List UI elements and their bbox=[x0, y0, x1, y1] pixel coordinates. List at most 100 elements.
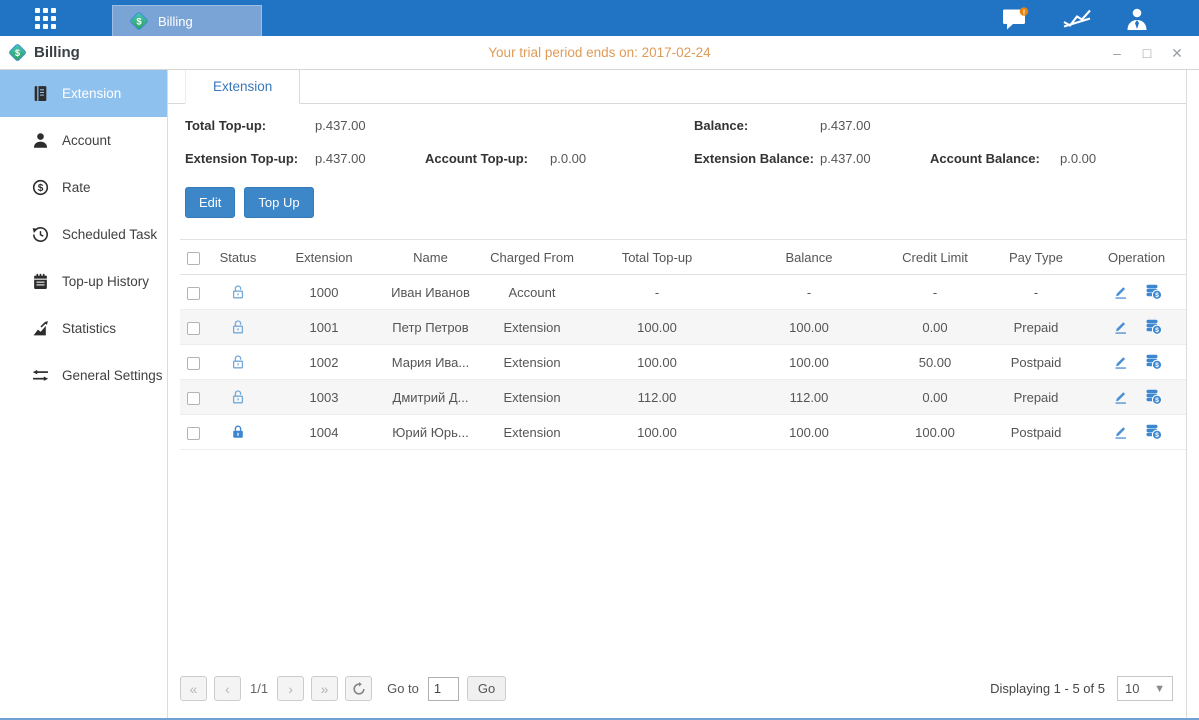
account-topup-label: Account Top-up: bbox=[425, 151, 550, 166]
sidebar: Extension Account $ Rate Scheduled Task Top-u… bbox=[0, 70, 168, 718]
column-header: Name bbox=[378, 240, 483, 275]
svg-text:$: $ bbox=[1155, 362, 1159, 369]
window-controls: – □ ✕ bbox=[1109, 45, 1185, 61]
column-header: Charged From bbox=[483, 240, 581, 275]
row-checkbox[interactable] bbox=[187, 287, 200, 300]
taskbar-tab-label: Billing bbox=[158, 14, 193, 29]
edit-row-icon[interactable] bbox=[1112, 389, 1129, 406]
resource-monitor-icon[interactable] bbox=[1062, 7, 1092, 29]
go-button[interactable]: Go bbox=[467, 676, 506, 701]
svg-text:!: ! bbox=[1023, 7, 1026, 16]
person-icon bbox=[32, 132, 49, 149]
name-cell: Юрий Юрь... bbox=[378, 415, 483, 450]
sidebar-item-label: Scheduled Task bbox=[62, 227, 157, 242]
column-header: Credit Limit bbox=[885, 240, 985, 275]
ledger-icon bbox=[32, 85, 49, 102]
page-size-select[interactable]: 10 ▼ bbox=[1117, 676, 1173, 701]
table-row: 1002Мария Ива...Extension100.00100.0050.… bbox=[180, 345, 1186, 380]
sidebar-item-scheduled-task[interactable]: Scheduled Task bbox=[0, 211, 167, 258]
column-header: Pay Type bbox=[985, 240, 1087, 275]
extension-cell: 1000 bbox=[270, 275, 378, 310]
refresh-button[interactable] bbox=[345, 676, 372, 701]
extension-balance-value: p.437.00 bbox=[820, 151, 930, 166]
sidebar-item-top-up-history[interactable]: Top-up History bbox=[0, 258, 167, 305]
sidebar-item-statistics[interactable]: Statistics bbox=[0, 305, 167, 352]
goto-page-input[interactable] bbox=[428, 677, 459, 701]
account-balance-value: p.0.00 bbox=[1060, 151, 1186, 166]
maximize-icon[interactable]: □ bbox=[1139, 45, 1155, 61]
extension-cell: 1004 bbox=[270, 415, 378, 450]
sidebar-item-extension[interactable]: Extension bbox=[0, 70, 167, 117]
topup-row-icon[interactable]: $ bbox=[1145, 319, 1162, 336]
sidebar-item-label: Top-up History bbox=[62, 274, 149, 289]
sidebar-item-general-settings[interactable]: General Settings bbox=[0, 352, 167, 399]
table-row: 1004Юрий Юрь...Extension100.00100.00100.… bbox=[180, 415, 1186, 450]
name-cell: Петр Петров bbox=[378, 310, 483, 345]
name-cell: Мария Ива... bbox=[378, 345, 483, 380]
total-topup-cell: 100.00 bbox=[581, 345, 733, 380]
sidebar-item-label: Account bbox=[62, 133, 111, 148]
table-row: 1001Петр ПетровExtension100.00100.000.00… bbox=[180, 310, 1186, 345]
table-row: 1000Иван ИвановAccount----$ bbox=[180, 275, 1186, 310]
tab-extension[interactable]: Extension bbox=[185, 70, 300, 104]
charged-from-cell: Extension bbox=[483, 380, 581, 415]
edit-row-icon[interactable] bbox=[1112, 319, 1129, 336]
extension-cell: 1003 bbox=[270, 380, 378, 415]
column-header: Status bbox=[206, 240, 270, 275]
user-account-icon[interactable] bbox=[1125, 7, 1149, 30]
table-row: 1003Дмитрий Д...Extension112.00112.000.0… bbox=[180, 380, 1186, 415]
last-page-button[interactable]: » bbox=[311, 676, 338, 701]
charged-from-cell: Extension bbox=[483, 415, 581, 450]
pay-type-cell: Prepaid bbox=[985, 380, 1087, 415]
balance-cell: 100.00 bbox=[733, 415, 885, 450]
svg-text:$: $ bbox=[1155, 292, 1159, 299]
edit-button[interactable]: Edit bbox=[185, 187, 235, 218]
edit-row-icon[interactable] bbox=[1112, 424, 1129, 441]
edit-row-icon[interactable] bbox=[1112, 354, 1129, 371]
total-topup-cell: 100.00 bbox=[581, 415, 733, 450]
sidebar-item-label: Rate bbox=[62, 180, 91, 195]
charged-from-cell: Extension bbox=[483, 345, 581, 380]
page-indicator: 1/1 bbox=[250, 681, 268, 696]
account-balance-label: Account Balance: bbox=[930, 151, 1060, 166]
notifications-icon[interactable]: ! bbox=[1002, 7, 1029, 30]
chevron-down-icon: ▼ bbox=[1154, 683, 1165, 695]
billing-app-window: $ Billing ! $ Billing Your trial period … bbox=[0, 0, 1199, 720]
close-icon[interactable]: ✕ bbox=[1169, 45, 1185, 61]
column-header: Extension bbox=[270, 240, 378, 275]
topup-row-icon[interactable]: $ bbox=[1145, 389, 1162, 406]
balance-summary: Total Top-up: p.437.00 Extension Top-up:… bbox=[168, 104, 1186, 166]
first-page-button[interactable]: « bbox=[180, 676, 207, 701]
dollar-circle-icon: $ bbox=[32, 179, 49, 196]
row-checkbox[interactable] bbox=[187, 357, 200, 370]
name-cell: Дмитрий Д... bbox=[378, 380, 483, 415]
account-topup-value: p.0.00 bbox=[550, 151, 694, 166]
row-checkbox[interactable] bbox=[187, 322, 200, 335]
sidebar-item-account[interactable]: Account bbox=[0, 117, 167, 164]
topbar: $ Billing ! bbox=[0, 0, 1199, 36]
total-topup-value: p.437.00 bbox=[315, 118, 425, 133]
pay-type-cell: - bbox=[985, 275, 1087, 310]
edit-row-icon[interactable] bbox=[1112, 284, 1129, 301]
sidebar-item-rate[interactable]: $ Rate bbox=[0, 164, 167, 211]
row-checkbox[interactable] bbox=[187, 392, 200, 405]
action-buttons: Edit Top Up bbox=[185, 187, 1186, 218]
app-launcher-icon[interactable] bbox=[35, 8, 57, 29]
credit-limit-cell: - bbox=[885, 275, 985, 310]
minimize-icon[interactable]: – bbox=[1109, 45, 1125, 61]
balance-cell: 100.00 bbox=[733, 345, 885, 380]
next-page-button[interactable]: › bbox=[277, 676, 304, 701]
row-checkbox[interactable] bbox=[187, 427, 200, 440]
topup-row-icon[interactable]: $ bbox=[1145, 284, 1162, 301]
topup-row-icon[interactable]: $ bbox=[1145, 424, 1162, 441]
taskbar-tab-billing[interactable]: $ Billing bbox=[112, 5, 262, 36]
prev-page-button[interactable]: ‹ bbox=[214, 676, 241, 701]
select-all-checkbox[interactable] bbox=[187, 252, 200, 265]
page-title: Billing bbox=[34, 44, 80, 61]
topup-row-icon[interactable]: $ bbox=[1145, 354, 1162, 371]
pagination-bar: « ‹ 1/1 › » Go to Go Displaying 1 - 5 of… bbox=[168, 676, 1186, 718]
main-area: Extension Account $ Rate Scheduled Task Top-u… bbox=[0, 70, 1199, 718]
balance-cell: - bbox=[733, 275, 885, 310]
top-up-button[interactable]: Top Up bbox=[244, 187, 313, 218]
total-topup-label: Total Top-up: bbox=[185, 118, 315, 133]
